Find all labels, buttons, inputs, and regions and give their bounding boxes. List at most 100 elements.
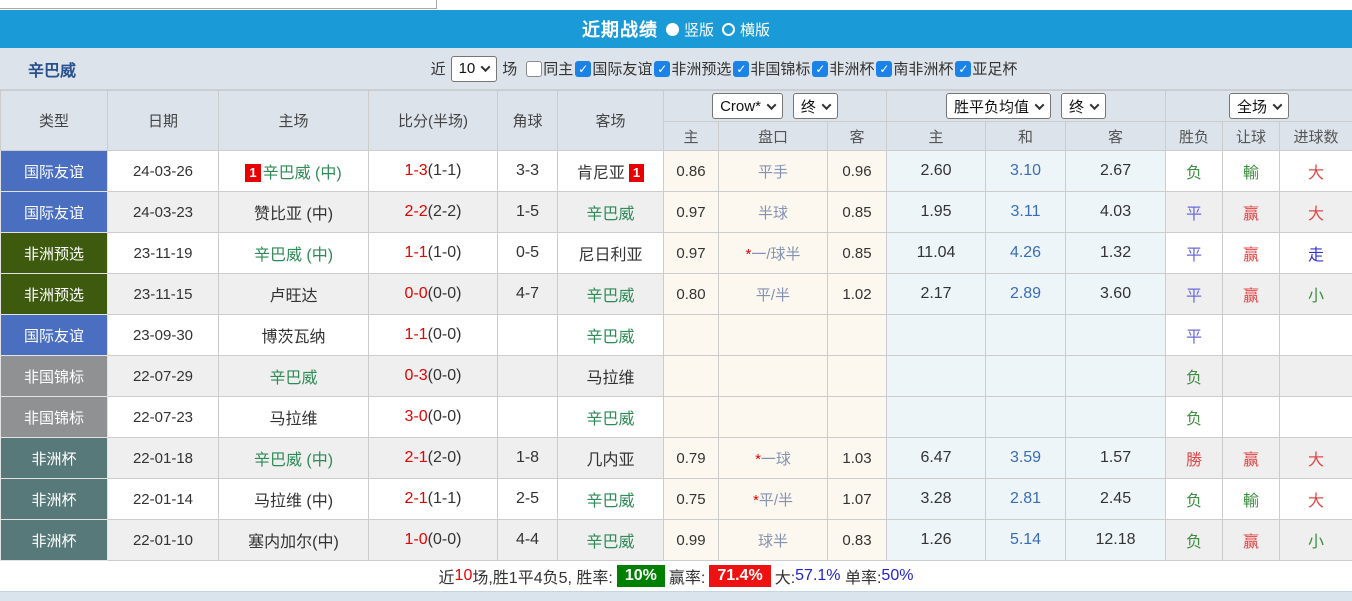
type-cell: 非国锦标 — [1, 356, 108, 397]
result-cell: 平 — [1166, 315, 1223, 356]
halftime-score: (0-0) — [428, 531, 462, 548]
scope-dropdown-group: 全场 — [1166, 91, 1352, 122]
radio-checked-icon[interactable] — [666, 23, 679, 36]
handicap-result-value: 赢 — [1243, 206, 1259, 223]
single-pct: 50% — [881, 567, 913, 585]
goals-result-cell — [1280, 397, 1352, 438]
checkbox-checked-icon[interactable]: ✓ — [812, 61, 828, 77]
type-cell: 非洲杯 — [1, 520, 108, 561]
scope-select[interactable]: 全场 — [1229, 93, 1289, 119]
date-cell: 22-01-10 — [108, 520, 219, 561]
checkbox-checked-icon[interactable]: ✓ — [733, 61, 749, 77]
goals-result-cell: 大 — [1280, 438, 1352, 479]
radio-unchecked-icon[interactable] — [722, 23, 735, 36]
cropped-element-remnant — [0, 0, 437, 9]
halftime-score: (1-1) — [428, 162, 462, 179]
competition-filter-3[interactable]: ✓非洲杯 — [812, 58, 874, 79]
recent-count-value: 10 — [459, 60, 476, 77]
company-select[interactable]: Crow* — [712, 93, 783, 119]
avg-away-cell: 1.32 — [1066, 233, 1166, 274]
competition-filter-0[interactable]: ✓国际友谊 — [575, 58, 652, 79]
score-cell: 1-1(0-0) — [369, 315, 498, 356]
avg-time-select[interactable]: 终 — [1061, 93, 1106, 119]
home-team-cell: 辛巴威 (中) — [219, 233, 369, 274]
result-value: 平 — [1186, 288, 1202, 305]
type-cell: 非国锦标 — [1, 397, 108, 438]
halftime-score: (0-0) — [428, 285, 462, 302]
type-cell: 非洲杯 — [1, 438, 108, 479]
big-label: 大: — [775, 564, 795, 588]
checkbox-checked-icon[interactable]: ✓ — [654, 61, 670, 77]
date-cell: 23-09-30 — [108, 315, 219, 356]
date-cell: 22-07-29 — [108, 356, 219, 397]
competition-filter-2[interactable]: ✓非国锦标 — [733, 58, 810, 79]
layout-vertical-option[interactable]: 竖版 — [666, 19, 714, 40]
checkbox-checked-icon[interactable]: ✓ — [575, 61, 591, 77]
odds-away-cell — [828, 397, 887, 438]
avg-select[interactable]: 胜平负均值 — [946, 93, 1051, 119]
table-header-row-1: 类型日期主场比分(半场)角球客场Crow*终胜平负均值终全场 — [1, 91, 1352, 122]
score-cell: 0-3(0-0) — [369, 356, 498, 397]
home-team-name: 辛巴威 (中) — [254, 247, 333, 264]
recent-count-select[interactable]: 10 — [451, 56, 498, 82]
avg-draw-value: 3.10 — [1010, 162, 1041, 179]
match-row: 非洲杯22-01-10塞内加尔(中)1-0(0-0)4-4辛巴威0.99球半0.… — [1, 520, 1352, 561]
handicap-value: 半球 — [758, 205, 788, 222]
home-team-name: 博茨瓦纳 — [261, 329, 325, 346]
same-home-checkbox[interactable] — [526, 61, 542, 77]
goals-result-cell: 走 — [1280, 233, 1352, 274]
goals-result-cell: 大 — [1280, 479, 1352, 520]
avg-away-cell: 12.18 — [1066, 520, 1166, 561]
corner-cell: 4-7 — [498, 274, 558, 315]
corner-cell: 4-4 — [498, 520, 558, 561]
checkbox-checked-icon[interactable]: ✓ — [876, 61, 892, 77]
away-team-cell: 马拉维 — [558, 356, 664, 397]
type-cell: 国际友谊 — [1, 151, 108, 192]
rank-badge[interactable]: 1 — [629, 164, 644, 182]
halftime-score: (0-0) — [428, 326, 462, 343]
competition-filter-1[interactable]: ✓非洲预选 — [654, 58, 731, 79]
avg-select-value: 胜平负均值 — [954, 96, 1029, 117]
competition-filter-4[interactable]: ✓南非洲杯 — [876, 58, 953, 79]
fulltime-score: 2-1 — [405, 449, 428, 466]
score-cell: 2-2(2-2) — [369, 192, 498, 233]
match-row: 非洲预选23-11-19辛巴威 (中)1-1(1-0)0-5尼日利亚0.97*一… — [1, 233, 1352, 274]
home-team-cell: 马拉维 (中) — [219, 479, 369, 520]
chevron-down-icon — [1090, 100, 1100, 110]
handicap-result-value: 赢 — [1243, 534, 1259, 551]
away-team-name: 辛巴威 — [586, 534, 634, 551]
odds-away-cell: 1.03 — [828, 438, 887, 479]
checkbox-checked-icon[interactable]: ✓ — [955, 61, 971, 77]
goals-result-value: 大 — [1308, 206, 1324, 223]
odds-home-cell: 0.97 — [664, 192, 719, 233]
layout-horizontal-option[interactable]: 横版 — [722, 19, 770, 40]
rank-badge[interactable]: 1 — [245, 164, 260, 182]
result-cell: 平 — [1166, 192, 1223, 233]
date-cell: 23-11-15 — [108, 274, 219, 315]
competition-filter-5[interactable]: ✓亚足杯 — [955, 58, 1017, 79]
match-row: 非洲杯22-01-14马拉维 (中)2-1(1-1)2-5辛巴威0.75*平/半… — [1, 479, 1352, 520]
handicap-result-value: 赢 — [1243, 247, 1259, 264]
avg-away-cell: 3.60 — [1066, 274, 1166, 315]
type-cell: 非洲杯 — [1, 479, 108, 520]
away-team-cell: 肯尼亚1 — [558, 151, 664, 192]
odds-home-cell: 0.75 — [664, 479, 719, 520]
sub-header-8: 进球数 — [1280, 122, 1352, 151]
home-team-cell: 1辛巴威 (中) — [219, 151, 369, 192]
halftime-score: (1-1) — [428, 490, 462, 507]
corner-cell: 0-5 — [498, 233, 558, 274]
away-team-name: 辛巴威 — [586, 329, 634, 346]
goals-result-value: 大 — [1308, 493, 1324, 510]
odds-home-cell — [664, 397, 719, 438]
handicap-result-value: 赢 — [1243, 452, 1259, 469]
radio-horizontal-label[interactable]: 横版 — [740, 19, 770, 40]
company-time-select[interactable]: 终 — [793, 93, 838, 119]
handicap-result-value: 赢 — [1243, 288, 1259, 305]
result-value: 负 — [1186, 493, 1202, 510]
home-team-name: 马拉维 — [269, 411, 317, 428]
avg-away-cell — [1066, 315, 1166, 356]
goals-result-cell: 大 — [1280, 151, 1352, 192]
handicap-cell: 平/半 — [719, 274, 828, 315]
radio-vertical-label[interactable]: 竖版 — [684, 19, 714, 40]
score-cell: 0-0(0-0) — [369, 274, 498, 315]
